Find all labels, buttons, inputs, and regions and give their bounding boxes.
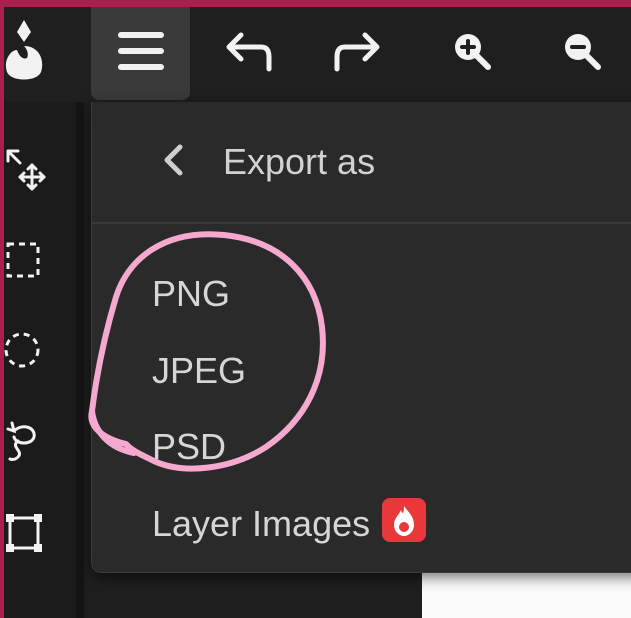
redo-button[interactable] — [309, 7, 405, 100]
zoom-out-icon — [560, 29, 604, 78]
export-psd-item[interactable]: PSD — [152, 425, 226, 469]
ellipse-select-icon — [4, 328, 44, 377]
premium-badge — [382, 498, 427, 542]
ellipse-select-tool[interactable] — [4, 327, 52, 377]
chevron-left-icon — [162, 143, 184, 182]
undo-button[interactable] — [201, 7, 297, 100]
undo-icon — [223, 29, 275, 78]
zoom-out-button[interactable] — [534, 7, 630, 100]
flame-icon — [382, 498, 426, 552]
app-logo-icon — [4, 16, 47, 91]
rail-divider — [76, 102, 84, 618]
app-window: Export as PNG JPEG PSD Layer Images — [4, 7, 631, 618]
redo-icon — [331, 29, 383, 78]
export-jpeg-item[interactable]: JPEG — [152, 349, 246, 393]
zoom-in-icon — [450, 29, 494, 78]
transform-tool[interactable] — [4, 510, 52, 560]
tool-rail — [4, 102, 76, 618]
move-tool[interactable] — [4, 147, 52, 197]
menu-icon — [116, 29, 166, 78]
export-menu-header: Export as — [92, 102, 631, 224]
move-tool-icon — [4, 147, 48, 198]
transform-icon — [4, 510, 44, 561]
lasso-tool[interactable] — [4, 417, 52, 467]
export-menu-title: Export as — [223, 141, 376, 182]
export-png-item[interactable]: PNG — [152, 272, 230, 316]
export-layer-images-item[interactable]: Layer Images — [152, 498, 427, 546]
export-layer-images-label: Layer Images — [152, 503, 371, 544]
back-button[interactable] — [158, 142, 188, 182]
rect-select-icon — [4, 238, 44, 287]
export-menu: Export as PNG JPEG PSD Layer Images — [91, 102, 631, 573]
lasso-icon — [4, 417, 44, 468]
app-logo[interactable] — [4, 7, 64, 100]
top-toolbar — [4, 7, 631, 102]
rect-select-tool[interactable] — [4, 237, 52, 287]
canvas-area — [422, 573, 631, 618]
zoom-in-button[interactable] — [424, 7, 520, 100]
menu-button[interactable] — [91, 7, 190, 100]
